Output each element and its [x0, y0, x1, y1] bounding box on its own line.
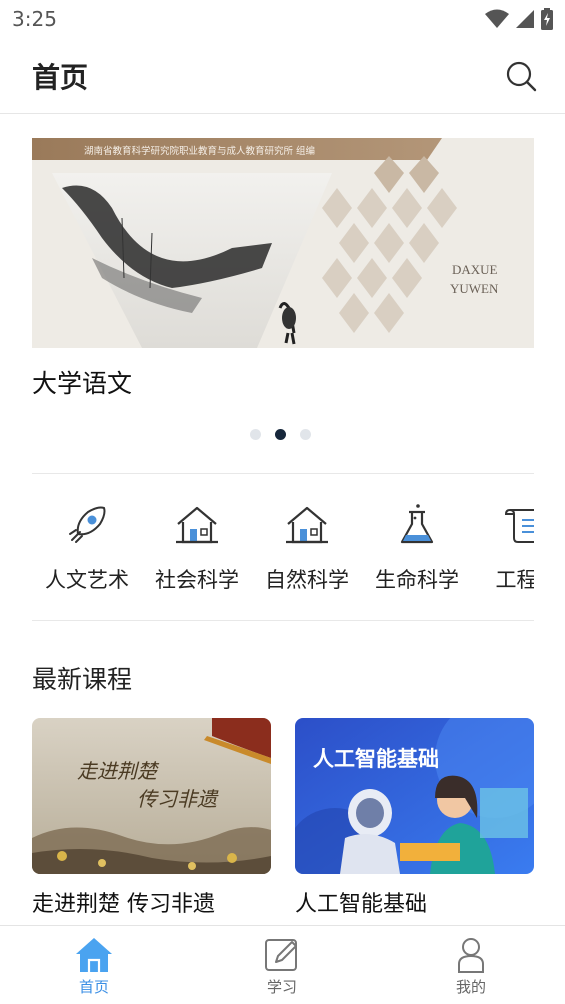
signal-icon [516, 10, 534, 28]
tab-home[interactable]: 首页 [34, 934, 154, 997]
course-card[interactable]: 走进荆楚 传习非遗 走进荆楚 传习非遗 [32, 718, 271, 918]
banner-carousel[interactable]: DAXUE YUWEN 湖南省教育科学研究院职业教育与成人教育研究所 组编 [32, 138, 534, 348]
banner-publisher-text: 湖南省教育科学研究院职业教育与成人教育研究所 组编 [84, 145, 315, 157]
carousel-indicator [250, 429, 311, 440]
category-social-science[interactable]: 社会科学 [142, 500, 252, 600]
course-thumbnail[interactable]: 人工智能基础 [295, 718, 534, 874]
category-label: 人文艺术 [45, 568, 129, 592]
category-life-science[interactable]: 生命科学 [362, 500, 472, 600]
battery-icon [541, 8, 553, 30]
course-thumbnail[interactable]: 走进荆楚 传习非遗 [32, 718, 271, 874]
category-humanities[interactable]: 人文艺术 [32, 500, 142, 600]
banner-image[interactable]: DAXUE YUWEN 湖南省教育科学研究院职业教育与成人教育研究所 组编 [32, 138, 534, 348]
course-title[interactable]: 走进荆楚 传习非遗 [32, 886, 271, 918]
banner-cover-text-1: DAXUE [452, 262, 498, 277]
bottom-tab-bar: 首页 学习 我的 [0, 925, 565, 1004]
banner-caption[interactable]: 大学语文 [32, 364, 132, 400]
course-title[interactable]: 人工智能基础 [295, 886, 534, 918]
course-thumb-text-1: 走进荆楚 [77, 759, 160, 783]
tab-mine[interactable]: 我的 [411, 934, 531, 997]
status-icons [485, 8, 553, 30]
category-label: 社会科学 [155, 568, 239, 592]
carousel-dot[interactable] [300, 429, 311, 440]
category-engineering[interactable]: 工程科 [472, 500, 534, 600]
status-time: 3:25 [12, 7, 57, 31]
divider [32, 620, 534, 621]
course-thumb-text-2: 传习非遗 [137, 787, 219, 811]
search-icon[interactable] [505, 60, 537, 92]
page-title: 首页 [32, 61, 89, 94]
app-bar: 首页 [0, 38, 565, 114]
status-bar: 3:25 [0, 0, 565, 38]
banner-cover-text-2: YUWEN [450, 281, 499, 296]
carousel-dot-active[interactable] [275, 429, 286, 440]
course-thumb-text: 人工智能基础 [313, 747, 439, 771]
scroll-icon [504, 508, 534, 543]
category-label: 自然科学 [265, 568, 349, 592]
flask-icon [400, 504, 434, 544]
wifi-icon [485, 9, 509, 28]
user-icon [458, 938, 484, 973]
house-icon [176, 506, 218, 544]
category-natural-science[interactable]: 自然科学 [252, 500, 362, 600]
course-card[interactable]: 人工智能基础 人工智能基础 [295, 718, 534, 918]
category-label: 工程科 [495, 568, 535, 592]
home-icon [76, 938, 112, 972]
tab-label: 首页 [78, 978, 109, 996]
divider [32, 473, 534, 474]
carousel-dot[interactable] [250, 429, 261, 440]
edit-icon [265, 939, 297, 971]
category-row: 人文艺术 社会科学 自然科学 生命科学 工程 [32, 500, 534, 600]
tab-study[interactable]: 学习 [222, 934, 342, 997]
rocket-icon [69, 506, 106, 543]
tab-label: 我的 [455, 978, 486, 996]
category-label: 生命科学 [375, 568, 459, 592]
tab-label: 学习 [266, 978, 297, 996]
section-title-latest: 最新课程 [32, 665, 133, 694]
house-icon [286, 506, 328, 544]
